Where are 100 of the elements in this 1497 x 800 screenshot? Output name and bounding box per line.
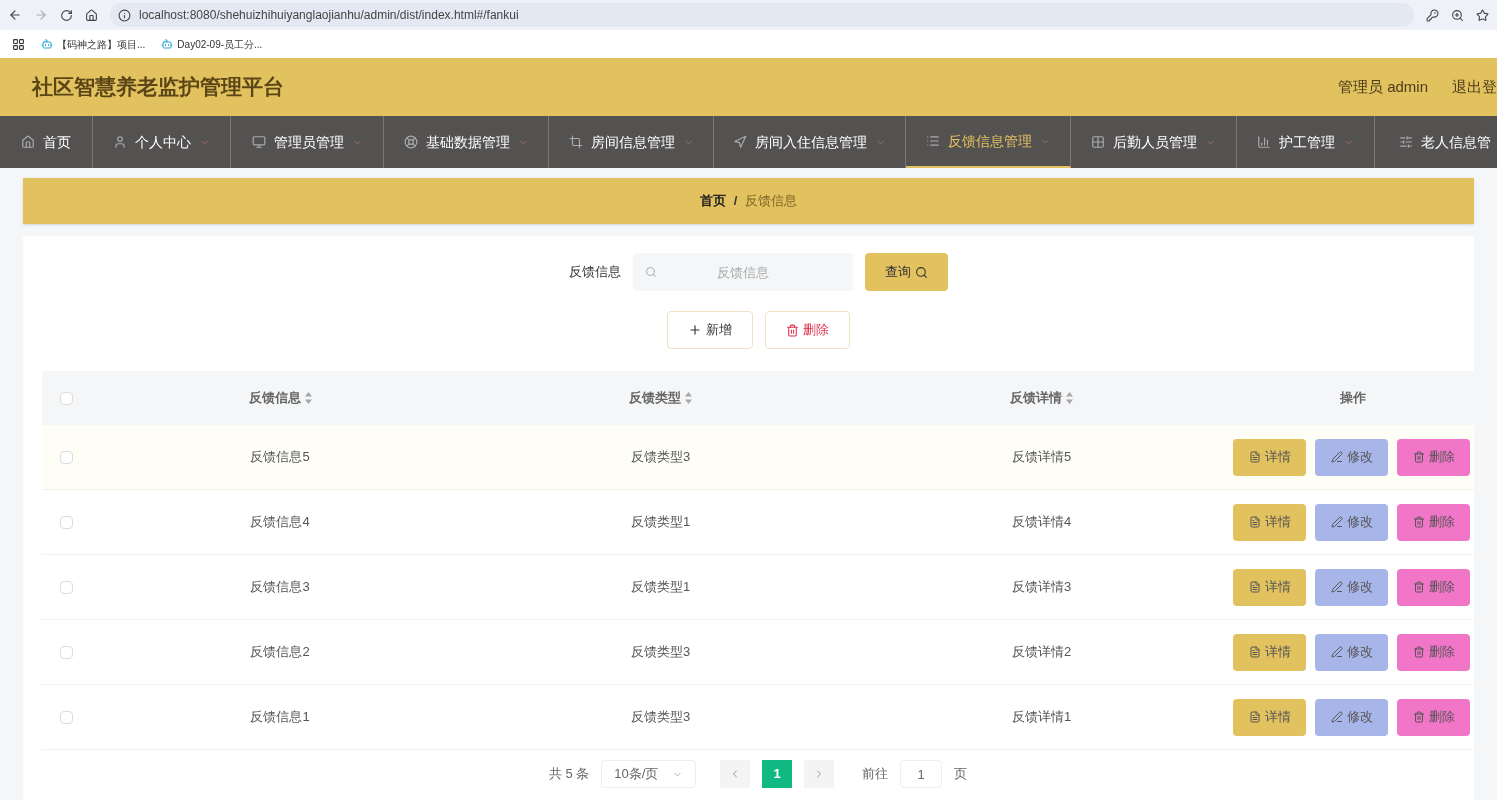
app-title: 社区智慧养老监护管理平台 <box>32 74 284 101</box>
trash-icon <box>1412 451 1425 463</box>
edit-button[interactable]: 修改 <box>1315 698 1388 736</box>
row-checkbox[interactable] <box>59 710 73 724</box>
delete-button[interactable]: 删除 <box>1397 503 1470 541</box>
goto-field[interactable]: 1 <box>900 760 943 788</box>
detail-button[interactable]: 详情 <box>1233 438 1306 476</box>
table-cell-text: 反馈类型3 <box>630 708 691 727</box>
search-icon <box>644 266 657 278</box>
forward-icon[interactable] <box>34 8 48 22</box>
plus-icon <box>687 323 702 337</box>
breadcrumb-item[interactable]: 首页 <box>699 191 726 211</box>
zoom-icon[interactable] <box>1451 8 1464 22</box>
crop-icon <box>568 135 583 149</box>
table-cell-text: 反馈类型3 <box>630 643 691 662</box>
table-cell-text: 反馈信息1 <box>250 708 310 727</box>
document-icon <box>1248 451 1261 463</box>
table-cell-text: 反馈详情3 <box>1011 578 1072 597</box>
next-page-button[interactable] <box>804 760 835 788</box>
detail-button[interactable]: 详情 <box>1233 503 1306 541</box>
delete-button[interactable]: 删除 <box>1397 568 1470 606</box>
nav-tab[interactable]: 后勤人员管理 <box>1071 116 1237 168</box>
document-icon <box>1248 711 1261 723</box>
detail-button[interactable]: 详情 <box>1233 633 1306 671</box>
table-cell-text: 反馈详情4 <box>1011 513 1072 532</box>
home-icon[interactable] <box>85 8 98 22</box>
nav-tab[interactable]: 房间信息管理 <box>549 116 714 168</box>
edit-button[interactable]: 修改 <box>1315 568 1388 606</box>
site-info-icon[interactable] <box>118 8 131 22</box>
search-button[interactable]: 查询 <box>864 253 948 291</box>
breadcrumb-separator: / <box>733 192 738 211</box>
nav-tab[interactable]: 管理员管理 <box>231 116 384 168</box>
nav-tab[interactable]: 老人信息管 <box>1375 116 1497 168</box>
prev-page-button[interactable] <box>720 760 751 788</box>
table-cell-text: 反馈详情2 <box>1011 643 1072 662</box>
bar-chart-icon <box>1257 135 1271 149</box>
nav-tab[interactable]: 个人中心 <box>93 116 231 168</box>
page-size-select[interactable]: 10条/页 <box>601 760 697 788</box>
table-cell-text: 反馈类型1 <box>630 578 691 597</box>
pen-icon <box>1330 581 1343 593</box>
reload-icon[interactable] <box>60 8 73 22</box>
table-cell-text: 反馈信息5 <box>250 448 310 467</box>
table-cell-text: 反馈信息4 <box>250 513 310 532</box>
column-header[interactable]: 反馈信息 <box>248 388 301 408</box>
delete-button[interactable]: 删除 <box>1397 698 1470 736</box>
detail-button[interactable]: 详情 <box>1233 698 1306 736</box>
search-label: 反馈信息 <box>568 263 621 282</box>
trash-icon <box>1412 516 1425 528</box>
document-icon <box>1248 581 1261 593</box>
user-label: 管理员 admin <box>1337 76 1428 97</box>
delete-button[interactable]: 删除 <box>1397 633 1470 671</box>
row-checkbox[interactable] <box>59 645 73 659</box>
add-button[interactable]: 新增 <box>666 311 753 349</box>
key-icon[interactable] <box>1426 8 1439 22</box>
address-bar[interactable]: localhost:8080/shehuizhihuiyanglaojianhu/admin/dist/index.html#/fankui <box>110 3 1414 27</box>
column-header[interactable]: 操作 <box>1340 388 1366 408</box>
nav-tab[interactable]: 护工管理 <box>1237 116 1375 168</box>
bookmark[interactable]: Day02-09-员工分... <box>161 36 263 52</box>
apps-icon[interactable] <box>12 37 25 51</box>
row-checkbox[interactable] <box>59 450 73 464</box>
column-header[interactable]: 反馈类型 <box>629 388 681 408</box>
nav-tab[interactable]: 房间入住信息管理 <box>714 116 906 168</box>
column-header[interactable]: 反馈详情 <box>1010 388 1062 408</box>
navigation-arrow-icon <box>733 135 747 149</box>
document-icon <box>1248 646 1261 658</box>
sort-icon[interactable] <box>304 392 312 404</box>
trash-icon <box>785 323 799 337</box>
select-all-checkbox[interactable] <box>59 391 73 405</box>
sort-icon[interactable] <box>685 392 692 404</box>
robot-icon <box>161 38 174 50</box>
total-count: 共 5 条 <box>548 765 590 784</box>
detail-button[interactable]: 详情 <box>1233 568 1306 606</box>
logout-link[interactable]: 退出登 <box>1452 75 1497 99</box>
nav-tab[interactable]: 基础数据管理 <box>384 116 549 168</box>
nav-tab[interactable]: 反馈信息管理 <box>906 116 1071 168</box>
bookmark[interactable]: 【码神之路】项目... <box>41 36 146 52</box>
row-checkbox[interactable] <box>59 515 73 529</box>
pen-icon <box>1330 516 1343 528</box>
grid-icon <box>1091 135 1105 149</box>
bookmark-star-icon[interactable] <box>1476 8 1489 22</box>
edit-button[interactable]: 修改 <box>1315 438 1388 476</box>
edit-button[interactable]: 修改 <box>1315 503 1388 541</box>
delete-button[interactable]: 删除 <box>1397 438 1470 476</box>
table-cell-text: 反馈类型1 <box>630 513 691 532</box>
trash-icon <box>1412 581 1425 593</box>
table-cell-text: 反馈类型3 <box>630 448 691 467</box>
search-field[interactable]: 反馈信息 <box>632 253 853 291</box>
goto-label: 前往 <box>862 765 889 784</box>
nav-tab[interactable]: 首页 <box>0 116 93 168</box>
search-icon <box>914 265 928 279</box>
sort-icon[interactable] <box>1066 392 1073 404</box>
document-icon <box>1248 516 1261 528</box>
edit-button[interactable]: 修改 <box>1315 633 1388 671</box>
url-text: localhost:8080/shehuizhihuiyanglaojianhu/admin/dist/index.html#/fankui <box>139 7 519 24</box>
lifebuoy-icon <box>403 135 418 149</box>
back-icon[interactable] <box>8 8 22 22</box>
delete-button[interactable]: 删除 <box>764 311 850 349</box>
breadcrumb-item: 反馈信息 <box>745 192 798 211</box>
row-checkbox[interactable] <box>59 580 73 594</box>
sliders-icon <box>1398 135 1413 149</box>
